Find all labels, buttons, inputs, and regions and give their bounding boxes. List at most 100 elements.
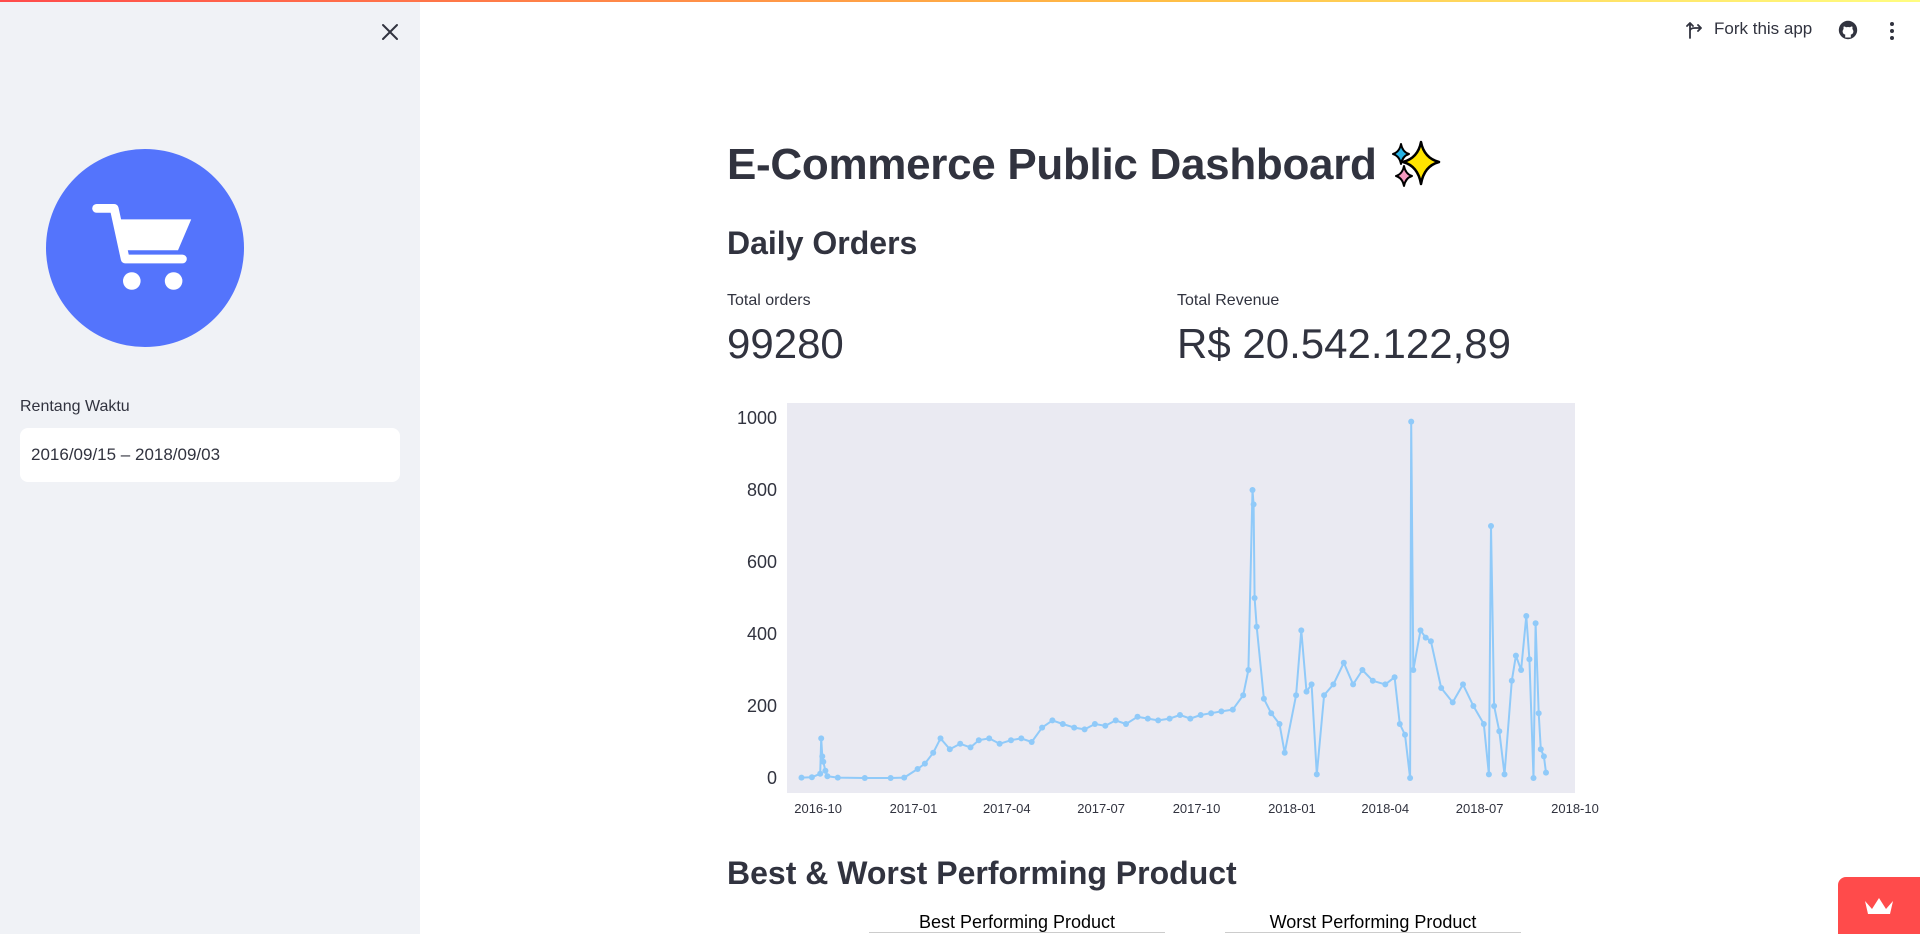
- data-point: [1340, 659, 1347, 666]
- top-decoration-bar: [0, 0, 1920, 2]
- data-point: [1240, 692, 1247, 699]
- data-point: [1488, 523, 1494, 529]
- data-point: [1382, 681, 1389, 688]
- fork-app-button[interactable]: Fork this app: [1686, 19, 1812, 39]
- page-title: E-Commerce Public Dashboard: [727, 138, 1443, 192]
- data-point: [1229, 706, 1236, 713]
- data-point: [1134, 713, 1141, 720]
- data-point: [1049, 717, 1056, 724]
- data-point: [1470, 703, 1477, 709]
- best-product-divider: [869, 932, 1165, 933]
- data-point: [1208, 710, 1215, 717]
- data-point: [1518, 667, 1525, 673]
- data-point: [1218, 708, 1225, 715]
- data-point: [1249, 487, 1256, 493]
- data-point: [937, 735, 944, 742]
- data-point: [1402, 731, 1408, 738]
- data-point: [1330, 681, 1337, 688]
- x-tick-label: 2018-01: [1268, 801, 1316, 816]
- data-point: [1396, 721, 1403, 727]
- data-point: [1508, 677, 1515, 684]
- data-point: [861, 775, 868, 781]
- data-point: [1438, 685, 1445, 691]
- streamlit-badge[interactable]: [1838, 877, 1920, 934]
- data-point: [1197, 712, 1204, 718]
- data-point: [1417, 627, 1424, 634]
- x-tick-label: 2018-07: [1456, 801, 1504, 816]
- x-tick-label: 2017-10: [1173, 801, 1221, 816]
- data-point: [824, 773, 831, 780]
- data-point: [986, 735, 993, 742]
- data-point: [975, 737, 982, 744]
- data-point: [1535, 710, 1542, 717]
- data-point: [1308, 681, 1315, 688]
- data-point: [1250, 501, 1257, 508]
- data-point: [1540, 753, 1547, 760]
- data-point: [1123, 721, 1129, 727]
- data-point: [1187, 715, 1194, 722]
- data-point: [1485, 771, 1492, 778]
- data-point: [1293, 692, 1300, 699]
- y-tick-label: 400: [747, 624, 777, 644]
- main-menu-icon[interactable]: [1888, 20, 1896, 42]
- date-range-input[interactable]: 2016/09/15 – 2018/09/03: [20, 428, 400, 482]
- data-point: [820, 758, 827, 765]
- total-revenue-value: R$ 20.542.122,89: [1177, 320, 1511, 367]
- crown-icon: [1865, 897, 1893, 914]
- worst-product-chart-title: Worst Performing Product: [1269, 912, 1477, 932]
- data-point: [901, 774, 908, 781]
- github-icon[interactable]: [1838, 20, 1858, 40]
- data-point: [1144, 715, 1151, 722]
- data-point: [1276, 721, 1283, 727]
- sparkles-icon: [1391, 140, 1440, 187]
- shopping-cart-icon: [92, 204, 192, 290]
- data-point: [914, 766, 921, 772]
- data-point: [1059, 721, 1066, 727]
- x-tick-label: 2018-04: [1361, 801, 1409, 816]
- date-range-label: Rentang Waktu: [20, 398, 130, 415]
- daily-orders-heading: Daily Orders: [727, 225, 918, 261]
- data-point: [1008, 737, 1014, 744]
- data-point: [1268, 710, 1275, 717]
- best-product-chart-title: Best Performing Product: [918, 912, 1116, 932]
- data-point: [1501, 771, 1508, 778]
- plot-area: [787, 403, 1575, 793]
- data-point: [1260, 695, 1267, 702]
- total-orders-value: 99280: [727, 320, 844, 367]
- page-title-text: E-Commerce Public Dashboard: [727, 140, 1377, 189]
- data-point: [1298, 627, 1305, 634]
- data-point: [1496, 728, 1503, 735]
- data-point: [1177, 712, 1183, 718]
- data-point: [946, 746, 953, 753]
- y-tick-label: 600: [747, 552, 777, 572]
- data-point: [1532, 620, 1539, 627]
- data-point: [1028, 739, 1035, 745]
- total-revenue-label: Total Revenue: [1177, 292, 1280, 309]
- daily-orders-chart: 0 200 400 600 800 1000 2016-10 2017-01 2017-04 20…: [737, 403, 1599, 816]
- x-tick-label: 2018-10: [1551, 801, 1599, 816]
- x-tick-label: 2017-04: [983, 801, 1031, 816]
- data-point: [1369, 677, 1376, 684]
- data-point: [1112, 717, 1119, 724]
- close-sidebar-icon[interactable]: [376, 18, 404, 46]
- data-point: [1155, 717, 1162, 724]
- data-point: [1359, 667, 1366, 673]
- shopping-cart-logo: [46, 149, 244, 347]
- data-point: [1537, 746, 1544, 753]
- total-orders-label: Total orders: [727, 292, 811, 309]
- data-point: [967, 744, 974, 751]
- data-point: [1091, 721, 1098, 727]
- sidebar: Rentang Waktu 2016/09/15 – 2018/09/03: [0, 0, 420, 934]
- data-point: [1313, 771, 1320, 778]
- data-point: [1039, 724, 1046, 731]
- data-point: [1512, 652, 1519, 659]
- data-point: [1166, 715, 1173, 722]
- data-point: [1523, 613, 1530, 619]
- data-point: [1071, 724, 1078, 731]
- fork-app-label: Fork this app: [1714, 19, 1813, 38]
- data-point: [1245, 667, 1252, 673]
- data-point: [808, 774, 815, 781]
- data-point: [818, 735, 825, 742]
- data-point: [1251, 595, 1258, 601]
- data-point: [1460, 681, 1466, 688]
